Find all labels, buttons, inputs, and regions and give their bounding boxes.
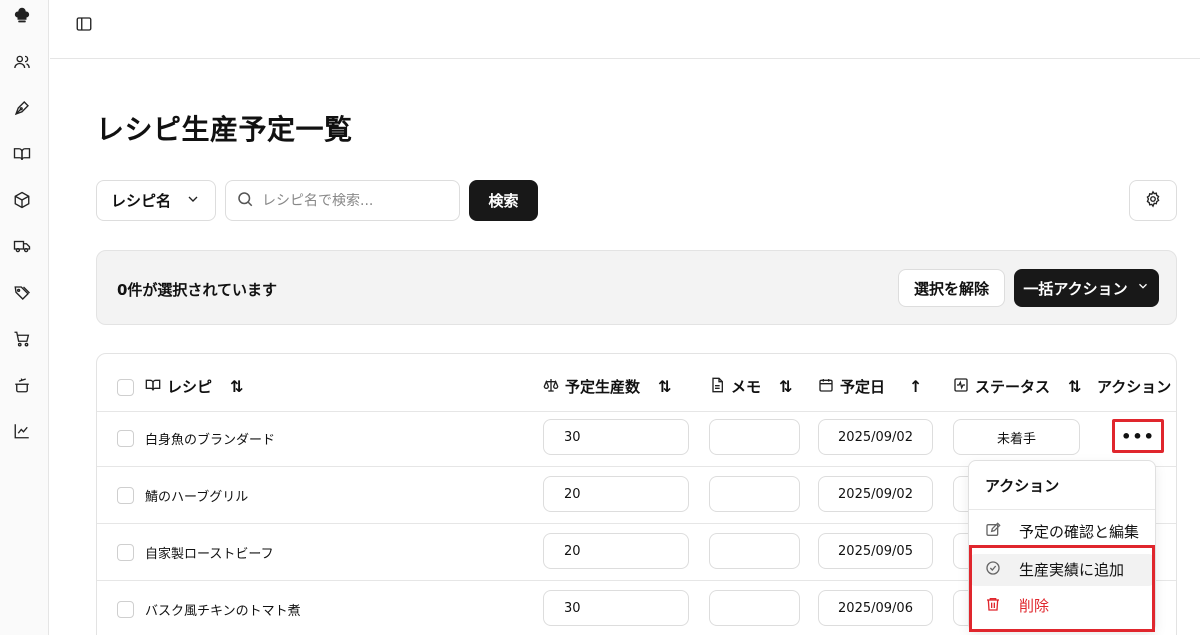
chef-hat-icon[interactable] [12, 6, 32, 26]
chevron-down-icon [1136, 279, 1150, 297]
search-button[interactable]: 検索 [469, 180, 538, 221]
memo-input[interactable] [709, 419, 800, 455]
column-header-recipe[interactable]: レシピ ⇅ [145, 376, 243, 397]
cooking-pot-icon[interactable] [12, 375, 32, 395]
check-circle-icon [985, 560, 1001, 580]
topbar [50, 0, 1200, 59]
menu-item-add-production[interactable]: 生産実績に追加 [985, 559, 1124, 580]
file-text-icon [709, 377, 725, 397]
menu-item-label: 削除 [1019, 597, 1050, 615]
scale-icon [543, 377, 559, 397]
memo-input[interactable] [709, 533, 800, 569]
book-open-icon[interactable] [12, 144, 32, 164]
column-label: アクション [1097, 378, 1172, 396]
more-actions-button[interactable]: ••• [1112, 419, 1164, 453]
menu-title: アクション [985, 477, 1060, 495]
shopping-cart-icon[interactable] [12, 329, 32, 349]
column-label: 予定生産数 [565, 378, 641, 396]
column-label: ステータス [975, 378, 1051, 396]
search-input[interactable] [262, 192, 442, 209]
recipe-name: 鯖のハーブグリル [145, 490, 249, 505]
memo-input[interactable] [709, 590, 800, 626]
action-menu: アクション 予定の確認と編集 生産実績に追加 削除 [968, 460, 1156, 632]
tags-icon[interactable] [12, 283, 32, 303]
menu-item-label: 生産実績に追加 [1019, 561, 1125, 579]
column-label: レシピ [167, 378, 213, 396]
column-header-memo[interactable]: メモ ⇅ [709, 376, 792, 397]
gear-icon [1144, 190, 1162, 212]
date-input[interactable]: 2025/09/06 [818, 590, 933, 626]
menu-item-delete[interactable]: 削除 [985, 595, 1049, 616]
package-icon[interactable] [12, 190, 32, 210]
search-box[interactable] [225, 180, 460, 221]
book-open-icon [145, 377, 161, 397]
menu-divider [969, 509, 1155, 510]
bulk-action-label: 一括アクション [1023, 279, 1128, 298]
menu-item-edit[interactable]: 予定の確認と編集 [985, 521, 1139, 542]
trash-icon [985, 596, 1001, 616]
qty-input[interactable]: 20 [543, 476, 689, 512]
column-header-status[interactable]: ステータス ⇅ [953, 376, 1081, 397]
sort-ascending-icon[interactable]: ↑ [909, 377, 922, 396]
chart-line-icon[interactable] [12, 421, 32, 441]
selection-count: 0件が選択されています [117, 281, 277, 299]
page-title: レシピ生産予定一覧 [96, 113, 353, 146]
pen-tool-icon[interactable] [12, 98, 32, 118]
clear-selection-button[interactable]: 選択を解除 [898, 269, 1005, 307]
sidebar [0, 0, 49, 635]
sort-icon[interactable]: ⇅ [1068, 377, 1081, 396]
column-label: メモ [731, 378, 762, 396]
recipe-name: バスク風チキンのトマト煮 [145, 604, 301, 619]
column-header-date[interactable]: 予定日 ↑ [818, 376, 922, 397]
recipe-name: 自家製ローストビーフ [145, 547, 274, 562]
filter-field-label: レシピ名 [111, 192, 172, 210]
select-all-checkbox[interactable] [117, 379, 134, 396]
qty-input[interactable]: 30 [543, 590, 689, 626]
date-input[interactable]: 2025/09/02 [818, 476, 933, 512]
calendar-icon [818, 377, 834, 397]
menu-item-label: 予定の確認と編集 [1019, 523, 1140, 541]
column-header-action: アクション [1097, 376, 1171, 397]
row-divider [97, 411, 1176, 412]
row-checkbox[interactable] [117, 487, 134, 504]
date-input[interactable]: 2025/09/02 [818, 419, 933, 455]
settings-button[interactable] [1129, 180, 1177, 221]
activity-icon [953, 377, 969, 397]
sort-icon[interactable]: ⇅ [779, 377, 792, 396]
row-checkbox[interactable] [117, 430, 134, 447]
row-checkbox[interactable] [117, 601, 134, 618]
date-input[interactable]: 2025/09/05 [818, 533, 933, 569]
status-select[interactable]: 未着手 [953, 419, 1080, 455]
sort-icon[interactable]: ⇅ [658, 377, 671, 396]
qty-input[interactable]: 20 [543, 533, 689, 569]
recipe-name: 白身魚のブランダード [145, 433, 276, 448]
filter-field-select[interactable]: レシピ名 [96, 180, 216, 221]
selection-bar: 0件が選択されています 選択を解除 一括アクション [96, 250, 1177, 325]
chevron-down-icon [185, 191, 201, 211]
column-label: 予定日 [840, 378, 886, 396]
memo-input[interactable] [709, 476, 800, 512]
sidebar-toggle-icon[interactable] [74, 14, 94, 34]
column-header-qty[interactable]: 予定生産数 ⇅ [543, 376, 671, 397]
row-checkbox[interactable] [117, 544, 134, 561]
truck-icon[interactable] [12, 236, 32, 256]
edit-icon [985, 521, 1001, 542]
qty-input[interactable]: 30 [543, 419, 689, 455]
bulk-action-button[interactable]: 一括アクション [1014, 269, 1159, 307]
search-icon [236, 190, 254, 212]
sort-icon[interactable]: ⇅ [230, 377, 243, 396]
users-icon[interactable] [12, 52, 32, 72]
